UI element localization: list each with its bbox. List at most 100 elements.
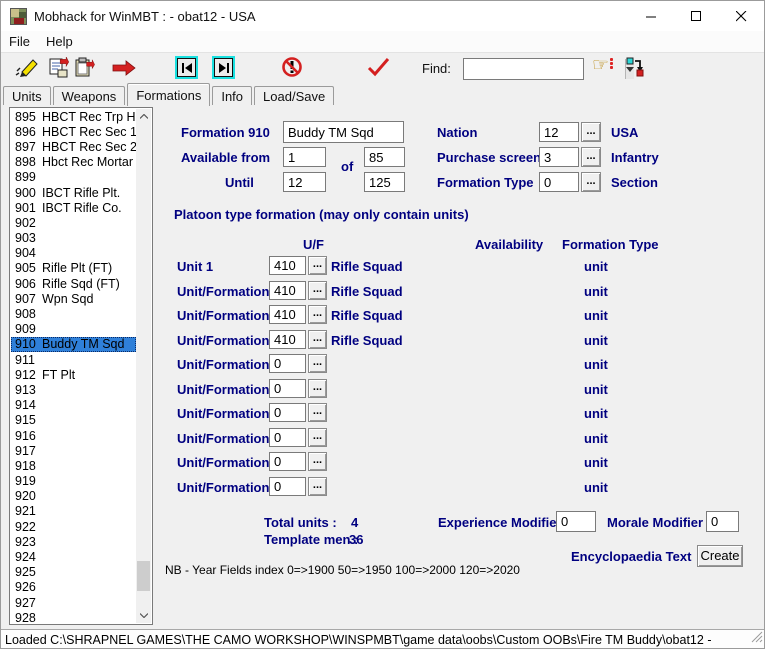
until-max-input[interactable] bbox=[364, 172, 405, 192]
available-from-max-input[interactable] bbox=[364, 147, 405, 167]
list-item-number: 911 bbox=[15, 353, 42, 367]
unit-row-browse-button[interactable]: ... bbox=[308, 452, 327, 471]
nation-browse-button[interactable]: ... bbox=[581, 122, 601, 142]
list-item[interactable]: 918 bbox=[11, 458, 136, 473]
unit-row-input[interactable] bbox=[269, 281, 306, 300]
list-item[interactable]: 927 bbox=[11, 595, 136, 610]
list-item[interactable]: 910Buddy TM Sqd bbox=[11, 337, 136, 352]
unit-row-browse-button[interactable]: ... bbox=[308, 305, 327, 324]
list-item[interactable]: 900IBCT Rifle Plt. bbox=[11, 185, 136, 200]
list-item[interactable]: 901IBCT Rifle Co. bbox=[11, 200, 136, 215]
unit-row-browse-button[interactable]: ... bbox=[308, 477, 327, 496]
resize-grip-icon[interactable] bbox=[750, 630, 763, 648]
list-item[interactable]: 899 bbox=[11, 170, 136, 185]
unit-row-input[interactable] bbox=[269, 477, 306, 496]
list-item[interactable]: 913 bbox=[11, 382, 136, 397]
list-item[interactable]: 922 bbox=[11, 519, 136, 534]
unit-row-input[interactable] bbox=[269, 354, 306, 373]
purchase-browse-button[interactable]: ... bbox=[581, 147, 601, 167]
step-next-button[interactable] bbox=[214, 58, 233, 77]
unit-row-browse-button[interactable]: ... bbox=[308, 330, 327, 349]
red-arrow-right-icon[interactable] bbox=[112, 60, 137, 81]
list-item[interactable]: 916 bbox=[11, 428, 136, 443]
col-uf: U/F bbox=[303, 237, 324, 252]
tab-units[interactable]: Units bbox=[3, 86, 51, 105]
available-from-input[interactable] bbox=[283, 147, 326, 167]
scroll-down-icon[interactable] bbox=[136, 608, 151, 623]
until-input[interactable] bbox=[283, 172, 326, 192]
maximize-button[interactable] bbox=[674, 1, 719, 31]
paste-export-icon[interactable] bbox=[74, 57, 96, 84]
unit-row-input[interactable] bbox=[269, 379, 306, 398]
tab-info[interactable]: Info bbox=[212, 86, 252, 105]
list-item[interactable]: 898Hbct Rec Mortar bbox=[11, 155, 136, 170]
list-item[interactable]: 924 bbox=[11, 549, 136, 564]
list-item-number: 895 bbox=[15, 110, 42, 124]
close-button[interactable] bbox=[719, 1, 764, 31]
list-item[interactable]: 906Rifle Sqd (FT) bbox=[11, 276, 136, 291]
tab-weapons[interactable]: Weapons bbox=[53, 86, 126, 105]
create-button[interactable]: Create bbox=[697, 545, 743, 567]
list-item[interactable]: 908 bbox=[11, 306, 136, 321]
step-prev-button[interactable] bbox=[177, 58, 196, 77]
formation-type-browse-button[interactable]: ... bbox=[581, 172, 601, 192]
unit-row-browse-button[interactable]: ... bbox=[308, 256, 327, 275]
list-item[interactable]: 903 bbox=[11, 231, 136, 246]
menu-file[interactable]: File bbox=[1, 31, 38, 52]
edit-pencil-icon[interactable] bbox=[15, 57, 39, 84]
scroll-thumb[interactable] bbox=[137, 561, 150, 591]
unit-row-browse-button[interactable]: ... bbox=[308, 428, 327, 447]
list-item[interactable]: 917 bbox=[11, 443, 136, 458]
purchase-screen-input[interactable] bbox=[539, 147, 579, 167]
unit-row-browse-button[interactable]: ... bbox=[308, 379, 327, 398]
list-item[interactable]: 907Wpn Sqd bbox=[11, 291, 136, 306]
list-item[interactable]: 895HBCT Rec Trp HQ bbox=[11, 109, 136, 124]
list-item[interactable]: 912FT Plt bbox=[11, 367, 136, 382]
list-item[interactable]: 925 bbox=[11, 565, 136, 580]
renumber-icon[interactable] bbox=[626, 57, 646, 82]
list-item[interactable]: 909 bbox=[11, 322, 136, 337]
copy-export-icon[interactable] bbox=[48, 57, 70, 84]
list-item[interactable]: 914 bbox=[11, 398, 136, 413]
formation-listbox: 895HBCT Rec Trp HQ896HBCT Rec Sec 1897HB… bbox=[9, 107, 153, 625]
morale-modifier-input[interactable] bbox=[706, 511, 739, 532]
list-item[interactable]: 902 bbox=[11, 215, 136, 230]
list-item[interactable]: 915 bbox=[11, 413, 136, 428]
tab-load-save[interactable]: Load/Save bbox=[254, 86, 334, 105]
list-item[interactable]: 911 bbox=[11, 352, 136, 367]
list-item[interactable]: 896HBCT Rec Sec 1 bbox=[11, 124, 136, 139]
list-item[interactable]: 897HBCT Rec Sec 2 bbox=[11, 139, 136, 154]
formation-type-input[interactable] bbox=[539, 172, 579, 192]
unit-row-input[interactable] bbox=[269, 305, 306, 324]
minimize-button[interactable] bbox=[629, 1, 674, 31]
experience-modifier-input[interactable] bbox=[556, 511, 596, 532]
unit-row-browse-button[interactable]: ... bbox=[308, 403, 327, 422]
list-item[interactable]: 923 bbox=[11, 534, 136, 549]
unit-row-input[interactable] bbox=[269, 428, 306, 447]
list-item[interactable]: 905Rifle Plt (FT) bbox=[11, 261, 136, 276]
find-next-hand-icon[interactable]: ☞ bbox=[592, 57, 613, 75]
menu-help[interactable]: Help bbox=[38, 31, 81, 52]
list-item[interactable]: 920 bbox=[11, 489, 136, 504]
unit-row-input[interactable] bbox=[269, 452, 306, 471]
formation-name-input[interactable] bbox=[283, 121, 404, 143]
scroll-up-icon[interactable] bbox=[136, 109, 151, 124]
list-item[interactable]: 921 bbox=[11, 504, 136, 519]
unit-row-input[interactable] bbox=[269, 256, 306, 275]
nation-input[interactable] bbox=[539, 122, 579, 142]
unit-row-browse-button[interactable]: ... bbox=[308, 354, 327, 373]
list-item[interactable]: 919 bbox=[11, 474, 136, 489]
list-item[interactable]: 926 bbox=[11, 580, 136, 595]
apply-check-icon[interactable] bbox=[367, 57, 391, 82]
list-scrollbar[interactable] bbox=[136, 109, 151, 623]
find-combobox[interactable] bbox=[463, 58, 584, 80]
unit-row-input[interactable] bbox=[269, 330, 306, 349]
unit-row-input[interactable] bbox=[269, 403, 306, 422]
list-item[interactable]: 928 bbox=[11, 610, 136, 623]
cancel-icon[interactable] bbox=[281, 56, 303, 83]
list-item-number: 905 bbox=[15, 261, 42, 275]
list-item[interactable]: 904 bbox=[11, 246, 136, 261]
unit-row-browse-button[interactable]: ... bbox=[308, 281, 327, 300]
unit-row-formation-type: unit bbox=[584, 480, 608, 495]
tab-formations[interactable]: Formations bbox=[127, 83, 210, 106]
